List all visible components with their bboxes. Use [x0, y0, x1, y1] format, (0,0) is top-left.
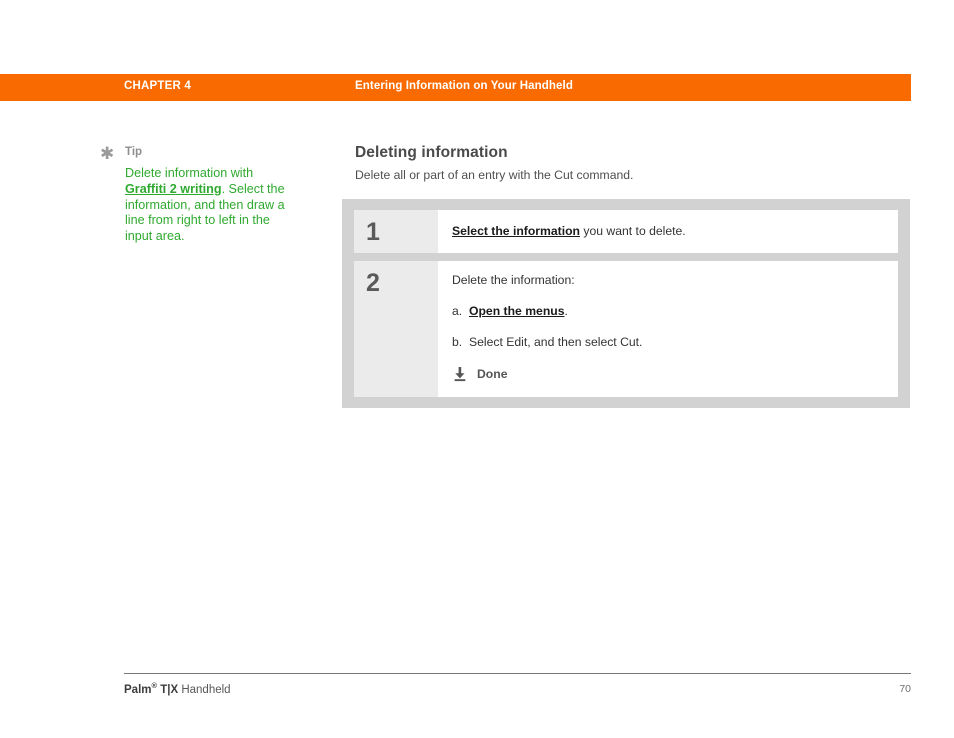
step-number: 1	[354, 210, 438, 253]
page-subtitle: Delete all or part of an entry with the …	[355, 168, 634, 182]
list-item-text-tail: .	[564, 304, 568, 318]
step-text-tail: you want to delete.	[580, 224, 686, 238]
list-marker: a.	[452, 304, 463, 318]
step-content: Select the information you want to delet…	[438, 210, 898, 253]
open-the-menus-link[interactable]: Open the menus	[469, 304, 564, 318]
tip-label: Tip	[125, 146, 143, 158]
list-marker: b.	[452, 335, 463, 349]
select-the-information-link[interactable]: Select the information	[452, 224, 580, 238]
list-item-text: Select Edit, and then select Cut.	[469, 335, 643, 349]
list-item: b. Select Edit, and then select Cut.	[452, 335, 884, 349]
tip-header: ✱ Tip	[100, 146, 290, 164]
main-content-header: Deleting information Delete all or part …	[355, 144, 911, 182]
step-row: 1 Select the information you want to del…	[354, 210, 898, 253]
footer-model: T|X	[157, 683, 179, 696]
step-sub-list: a. Open the menus. b. Select Edit, and t…	[452, 304, 884, 349]
list-item-text: Open the menus.	[469, 304, 568, 318]
download-arrow-icon	[452, 366, 468, 382]
tip-block: ✱ Tip Delete information with Graffiti 2…	[100, 146, 290, 245]
step-number: 2	[354, 261, 438, 397]
footer-product: Handheld	[178, 683, 231, 696]
step-lead-text: Delete the information:	[452, 273, 575, 287]
steps-panel: 1 Select the information you want to del…	[342, 199, 910, 408]
step-row: 2 Delete the information: a. Open the me…	[354, 261, 898, 397]
done-label: Done	[477, 367, 508, 381]
footer-product-label: Palm® T|X Handheld	[124, 681, 231, 696]
step-content: Delete the information: a. Open the menu…	[438, 261, 898, 397]
chapter-label: CHAPTER 4	[124, 80, 191, 92]
tip-text-part1: Delete information with	[125, 166, 254, 180]
graffiti-2-writing-link[interactable]: Graffiti 2 writing	[125, 182, 222, 196]
footer-divider	[124, 673, 911, 674]
tip-text: Delete information with Graffiti 2 writi…	[125, 166, 290, 245]
footer-brand: Palm	[124, 683, 152, 696]
chapter-header-bar: CHAPTER 4 Entering Information on Your H…	[0, 74, 911, 101]
asterisk-icon: ✱	[100, 144, 115, 164]
chapter-title: Entering Information on Your Handheld	[355, 80, 573, 92]
page-title: Deleting information	[355, 144, 508, 161]
page-number: 70	[899, 683, 911, 695]
step-text: Select the information you want to delet…	[452, 224, 884, 238]
list-item: a. Open the menus.	[452, 304, 884, 318]
done-row: Done	[452, 366, 884, 382]
